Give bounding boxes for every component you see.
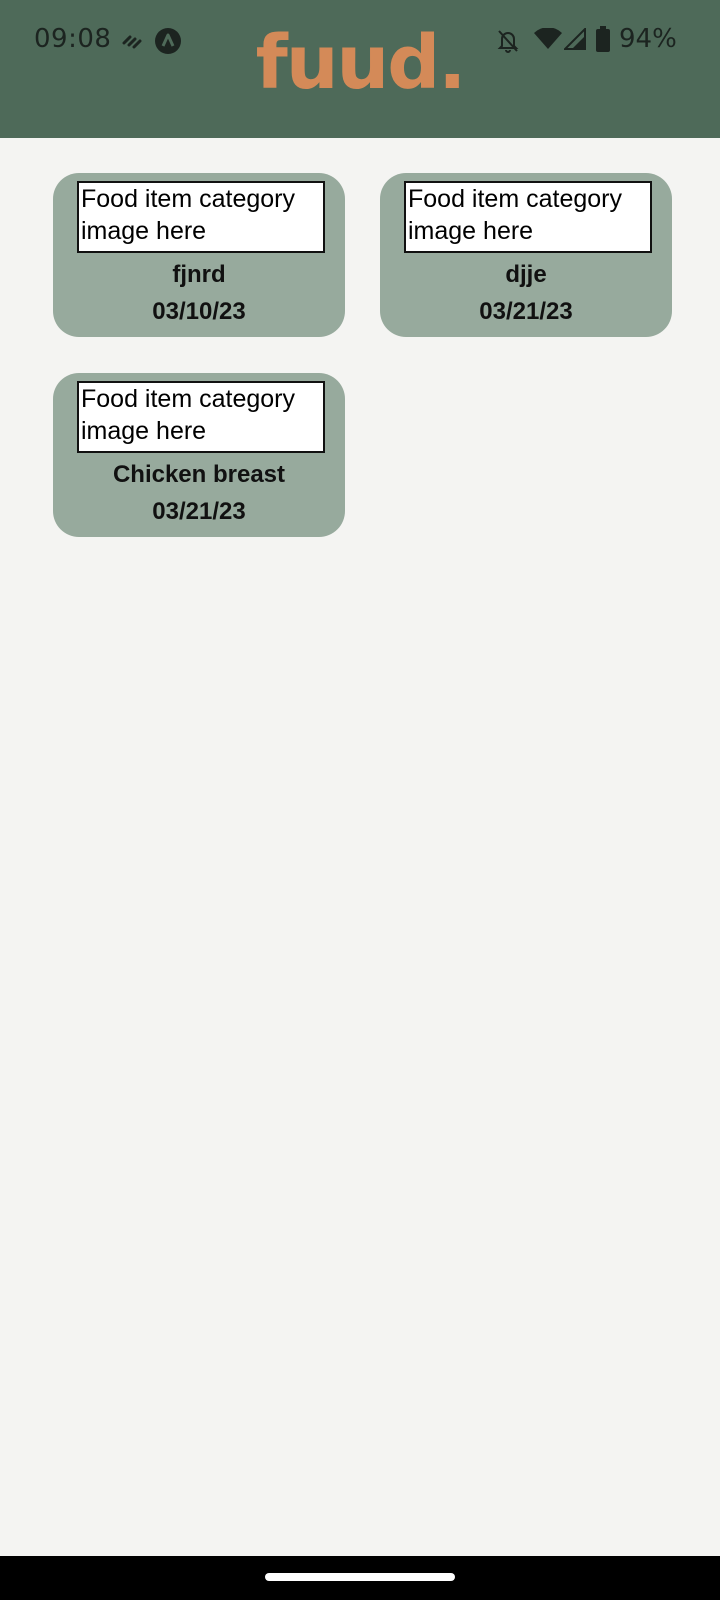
food-item-date: 03/21/23: [152, 498, 246, 525]
food-item-card[interactable]: Food item category image here Chicken br…: [53, 373, 345, 537]
food-category-image-placeholder: Food item category image here: [404, 181, 652, 253]
wifi-icon: [534, 28, 562, 49]
food-item-date: 03/10/23: [152, 298, 246, 325]
home-gesture-handle[interactable]: [265, 1573, 455, 1581]
food-item-name: djje: [505, 261, 547, 288]
food-item-name: fjnrd: [172, 261, 226, 288]
app-header: 09:08 fuud. 94%: [0, 0, 720, 138]
food-item-card[interactable]: Food item category image here fjnrd 03/1…: [53, 173, 345, 337]
notifications-off-icon: [497, 30, 519, 53]
food-item-name: Chicken breast: [112, 461, 286, 488]
food-category-image-placeholder: Food item category image here: [77, 181, 325, 253]
battery-percent: 94%: [619, 24, 677, 54]
food-item-date: 03/21/23: [479, 298, 573, 325]
app-logo: fuud.: [255, 20, 467, 106]
food-item-card[interactable]: Food item category image here djje 03/21…: [380, 173, 672, 337]
food-category-image-placeholder: Food item category image here: [77, 381, 325, 453]
system-navigation-bar: [0, 1556, 720, 1600]
battery-icon: [596, 26, 610, 52]
cell-signal-icon: [564, 28, 586, 50]
